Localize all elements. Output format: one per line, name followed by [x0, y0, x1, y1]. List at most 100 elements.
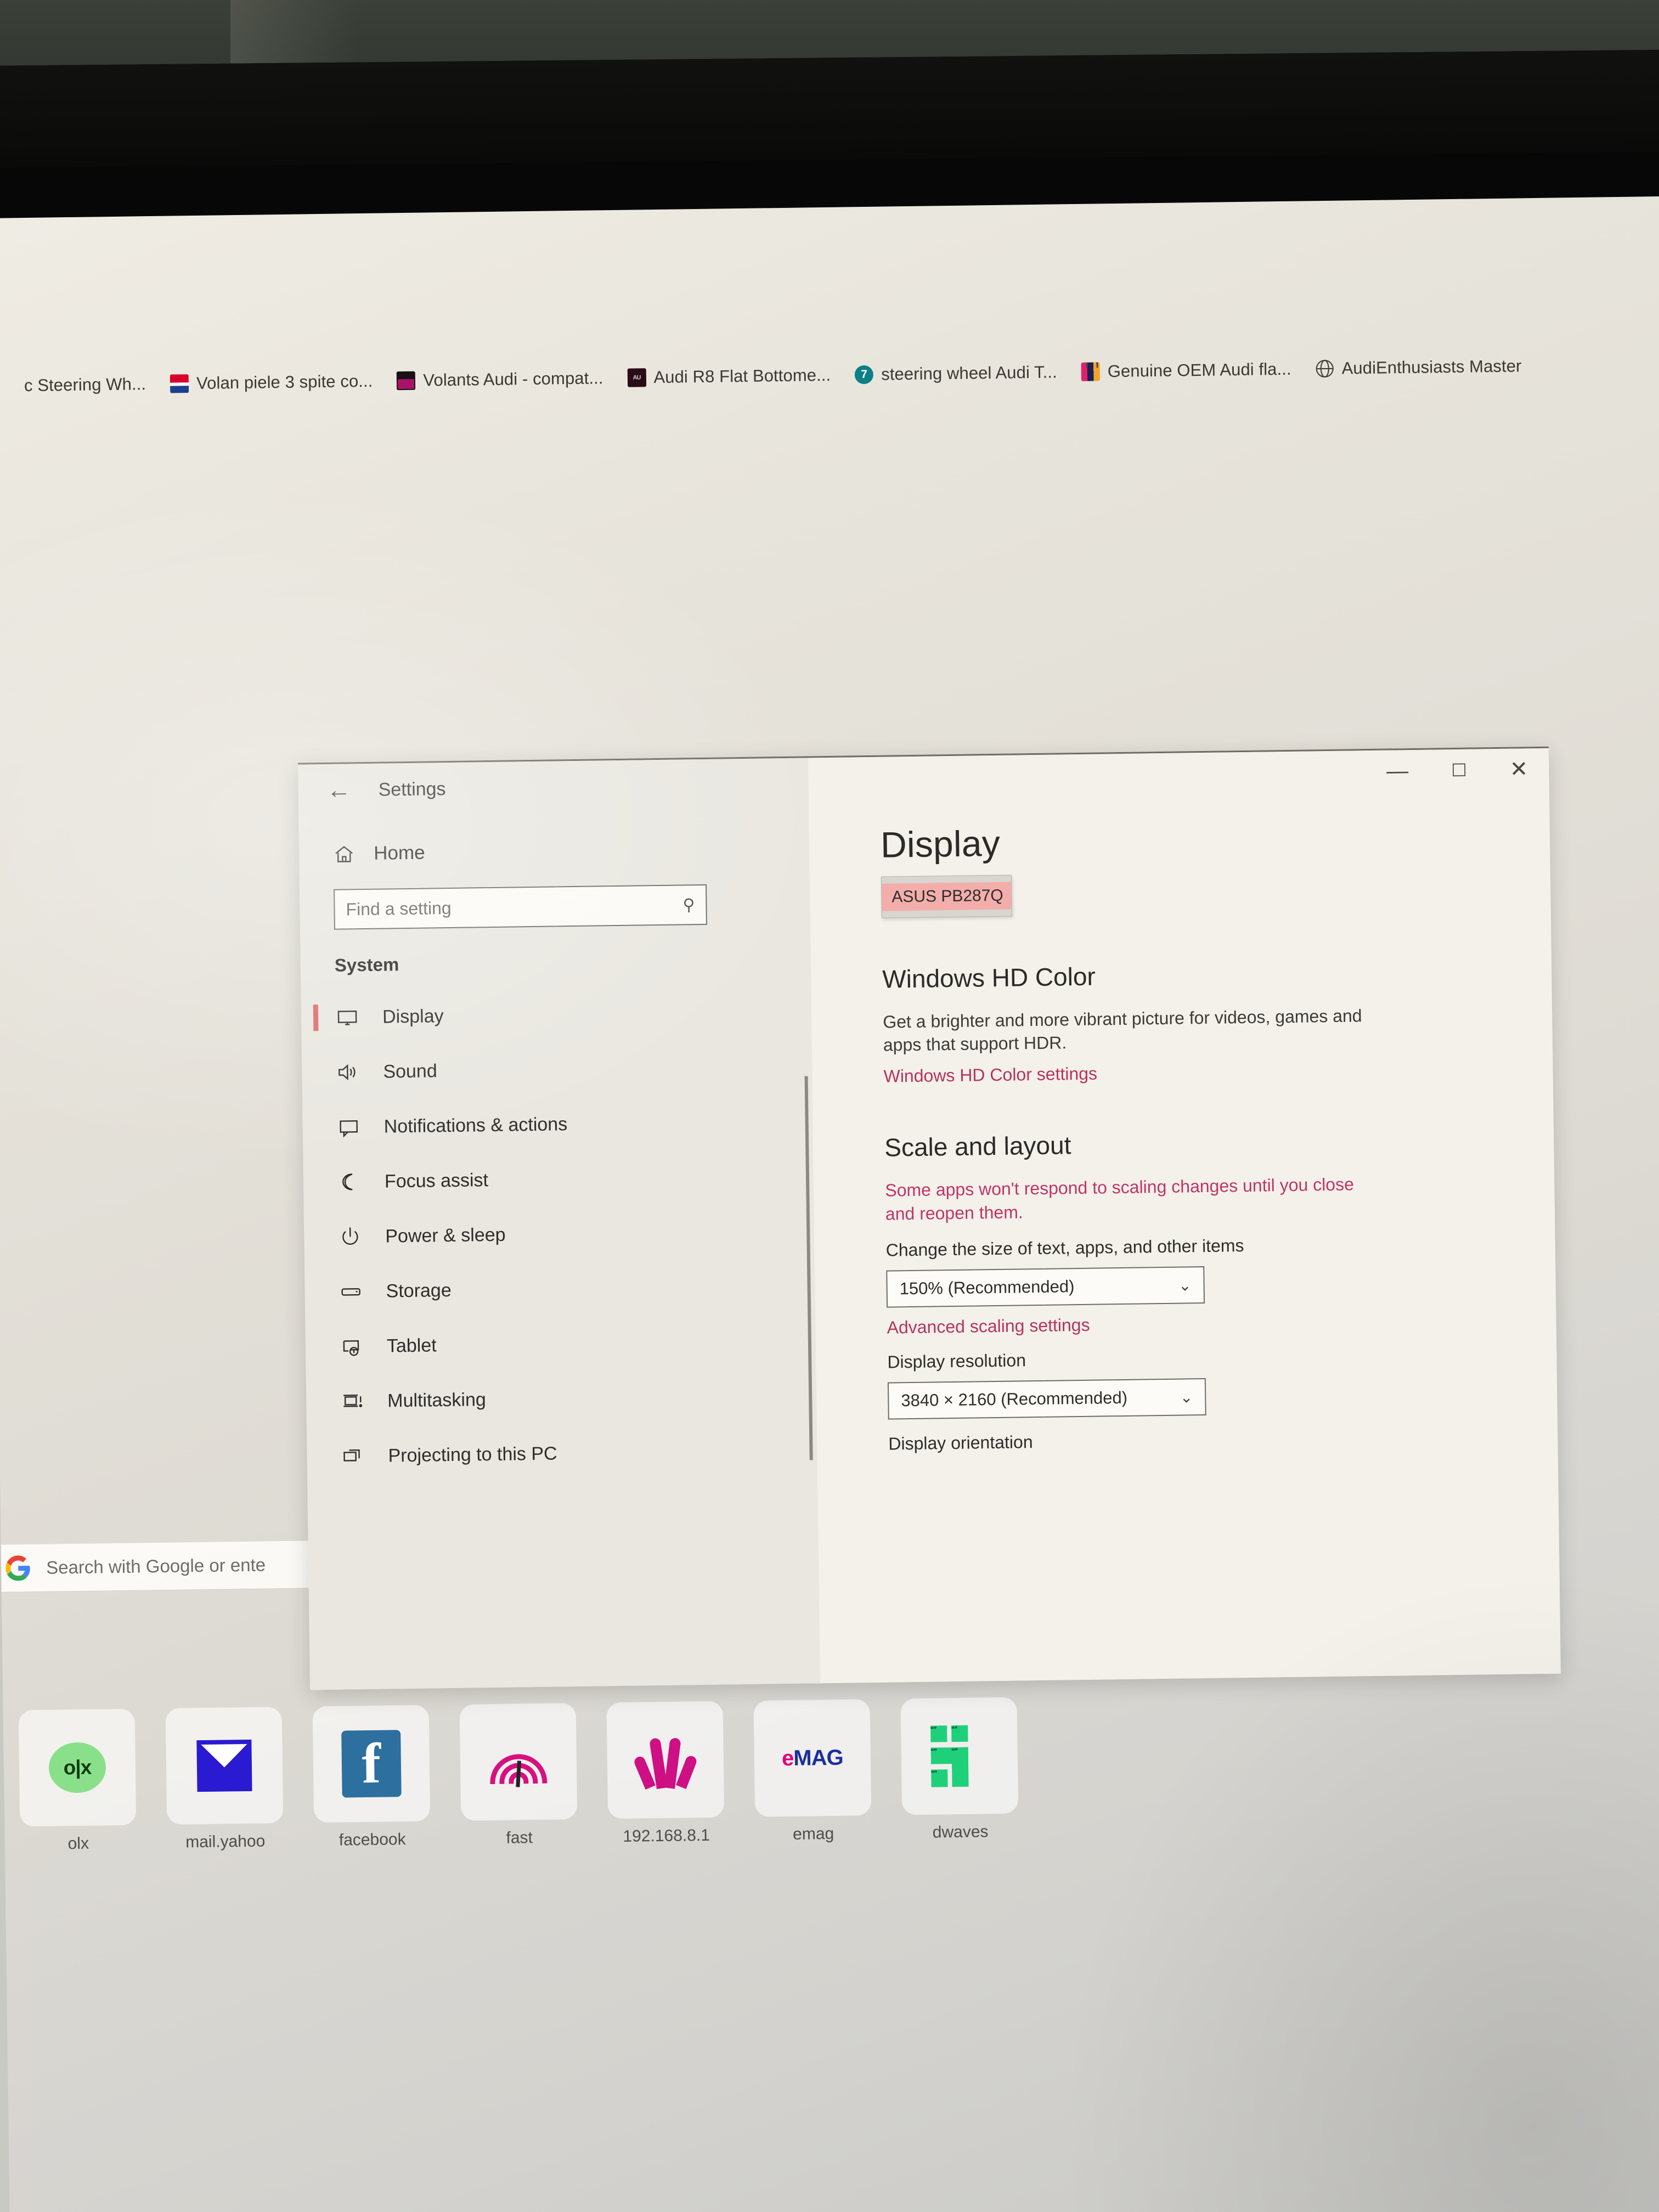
scale-layout-heading: Scale and layout	[884, 1131, 1071, 1163]
tile-label: facebook	[338, 1830, 406, 1849]
sidebar-item-label: Sound	[383, 1060, 437, 1082]
settings-sidebar: ← Settings Home ⚲ System	[298, 758, 821, 1690]
tile-label: emag	[792, 1824, 834, 1843]
huawei-icon	[633, 1729, 698, 1790]
advanced-scaling-link[interactable]: Advanced scaling settings	[887, 1309, 1556, 1338]
facebook-icon: f	[341, 1730, 402, 1798]
shortcut-tile[interactable]: o|x olx	[3, 1708, 152, 1854]
shortcut-tile[interactable]: 192.168.8.1	[591, 1701, 740, 1846]
sidebar-item-focus-assist[interactable]: Focus assist	[303, 1148, 814, 1210]
pieseauto-favicon-icon	[170, 374, 189, 393]
shortcut-tile[interactable]: dwaves	[885, 1697, 1034, 1842]
sidebar-item-notifications[interactable]: Notifications & actions	[302, 1093, 813, 1155]
yahoo-mail-icon	[194, 1735, 255, 1796]
sidebar-item-label: Power & sleep	[385, 1224, 506, 1247]
bookmark-item[interactable]: steering wheel Audi T...	[843, 362, 1069, 385]
multitasking-icon	[340, 1389, 365, 1414]
sidebar-item-label: Focus assist	[384, 1169, 489, 1192]
tile-box[interactable]: e MAG	[753, 1699, 872, 1817]
speaker-icon	[336, 1060, 360, 1085]
sidebar-item-label: Display	[382, 1005, 444, 1028]
shortcut-tile[interactable]: mail.yahoo	[150, 1707, 299, 1852]
shortcut-tile[interactable]: fast	[444, 1703, 593, 1848]
audir8-favicon-icon: AU	[627, 368, 646, 387]
minimize-button[interactable]: —	[1386, 759, 1409, 783]
settings-titlebar: ← Settings	[298, 758, 809, 817]
emag-icon: e MAG	[781, 1745, 843, 1770]
close-button[interactable]: ✕	[1510, 757, 1528, 781]
sidebar-item-label: Tablet	[386, 1334, 437, 1357]
notification-icon	[336, 1115, 361, 1139]
scale-dropdown-value: 150% (Recommended)	[899, 1277, 1075, 1299]
bookmark-label: AudiEnthusiasts Master	[1341, 356, 1522, 378]
sidebar-item-multitasking[interactable]: Multitasking	[306, 1368, 817, 1429]
tile-label: fast	[506, 1829, 533, 1847]
bookmark-label: steering wheel Audi T...	[881, 362, 1058, 384]
settings-window: — ☐ ✕ ← Settings Home Find a setting ⚲ S…	[298, 746, 1561, 1690]
bookmark-item[interactable]: Volants Audi - compat...	[385, 368, 616, 391]
sidebar-item-storage[interactable]: Storage	[304, 1258, 815, 1319]
bookmark-item[interactable]: c Steering Wh...	[0, 374, 158, 396]
sidebar-item-label: Multitasking	[387, 1389, 487, 1412]
scale-warning-text: Some apps won't respond to scaling chang…	[885, 1174, 1355, 1224]
bookmark-label: Volan piele 3 spite co...	[196, 371, 373, 393]
globe-favicon-icon	[1315, 359, 1334, 378]
search-input[interactable]	[346, 894, 683, 919]
sidebar-item-sound[interactable]: Sound	[302, 1039, 812, 1100]
sidebar-item-label: Notifications & actions	[383, 1113, 568, 1137]
sidebar-item-home[interactable]: Home	[298, 810, 809, 865]
bookmark-item[interactable]: Volan piele 3 spite co...	[158, 371, 385, 393]
olx-icon: o|x	[47, 1737, 108, 1798]
search-icon[interactable]: ⚲	[682, 895, 695, 915]
resolution-field-label: Display resolution	[887, 1350, 1026, 1372]
sidebar-group-title: System	[334, 954, 399, 975]
bookmark-item[interactable]: Genuine OEM Audi fla...	[1069, 359, 1304, 382]
tile-label: dwaves	[932, 1822, 989, 1842]
drive-icon	[338, 1279, 363, 1304]
tile-box[interactable]	[606, 1701, 725, 1819]
bookmark-label: Genuine OEM Audi fla...	[1107, 359, 1291, 381]
maximize-button[interactable]: ☐	[1451, 760, 1467, 780]
sidebar-item-display[interactable]: Display	[301, 984, 811, 1045]
sidebar-nav-list: Display Sound Notifications & actions Fo…	[301, 984, 817, 1484]
hd-color-heading: Windows HD Color	[882, 962, 1096, 994]
shortcut-tiles: o|x olx mail.yahoo f facebook fast 192.1…	[3, 1694, 1267, 1892]
sidebar-item-tablet[interactable]: Tablet	[305, 1313, 816, 1374]
find-a-setting-box[interactable]: ⚲	[334, 884, 707, 930]
monitor-name-tooltip: ASUS PB287Q	[881, 874, 1012, 918]
tile-box[interactable]	[459, 1703, 578, 1821]
tile-box[interactable]: f	[312, 1705, 431, 1823]
house-icon	[333, 843, 356, 865]
bookmarks-bar: c Steering Wh... Volan piele 3 spite co.…	[0, 338, 1659, 411]
monitor-icon	[335, 1005, 360, 1030]
tile-box[interactable]	[165, 1707, 284, 1825]
bezel-sheen	[0, 49, 1659, 168]
dwaves-icon	[929, 1725, 990, 1787]
hd-color-settings-link[interactable]: Windows HD Color settings	[883, 1058, 1553, 1087]
resolution-dropdown[interactable]: 3840 × 2160 (Recommended) ⌄	[887, 1378, 1206, 1420]
fast-icon	[488, 1731, 549, 1792]
app-title: Settings	[378, 778, 446, 800]
back-arrow-icon[interactable]: ←	[326, 776, 351, 804]
bookmark-item[interactable]: AU Audi R8 Flat Bottome...	[615, 365, 843, 388]
scale-field-label: Change the size of text, apps, and other…	[885, 1235, 1244, 1260]
bookmark-label: c Steering Wh...	[24, 374, 146, 396]
bookmark-label: Audi R8 Flat Bottome...	[653, 365, 831, 387]
sidebar-item-projecting[interactable]: Projecting to this PC	[307, 1423, 817, 1484]
tile-label: olx	[67, 1834, 89, 1853]
partial-favicon-icon	[0, 376, 16, 395]
project-icon	[341, 1444, 365, 1469]
scale-dropdown[interactable]: 150% (Recommended) ⌄	[886, 1266, 1205, 1308]
tile-label: mail.yahoo	[185, 1832, 266, 1852]
tile-label: 192.168.8.1	[623, 1826, 710, 1846]
tile-box[interactable]	[900, 1697, 1019, 1815]
omnibox[interactable]: Search with Google or ente	[0, 1540, 353, 1593]
settings-content: Display ASUS PB287Q Windows HD Color Get…	[808, 748, 1561, 1684]
tile-box[interactable]: o|x	[18, 1708, 137, 1827]
bookmark-item[interactable]: AudiEnthusiasts Master	[1303, 356, 1533, 379]
sidebar-item-power-sleep[interactable]: Power & sleep	[304, 1203, 815, 1265]
shortcut-tile[interactable]: f facebook	[297, 1705, 446, 1850]
monitor-screen: c Steering Wh... Volan piele 3 spite co.…	[0, 196, 1659, 2212]
sidebar-item-label: Projecting to this PC	[388, 1443, 557, 1466]
shortcut-tile[interactable]: e MAG emag	[738, 1699, 887, 1844]
